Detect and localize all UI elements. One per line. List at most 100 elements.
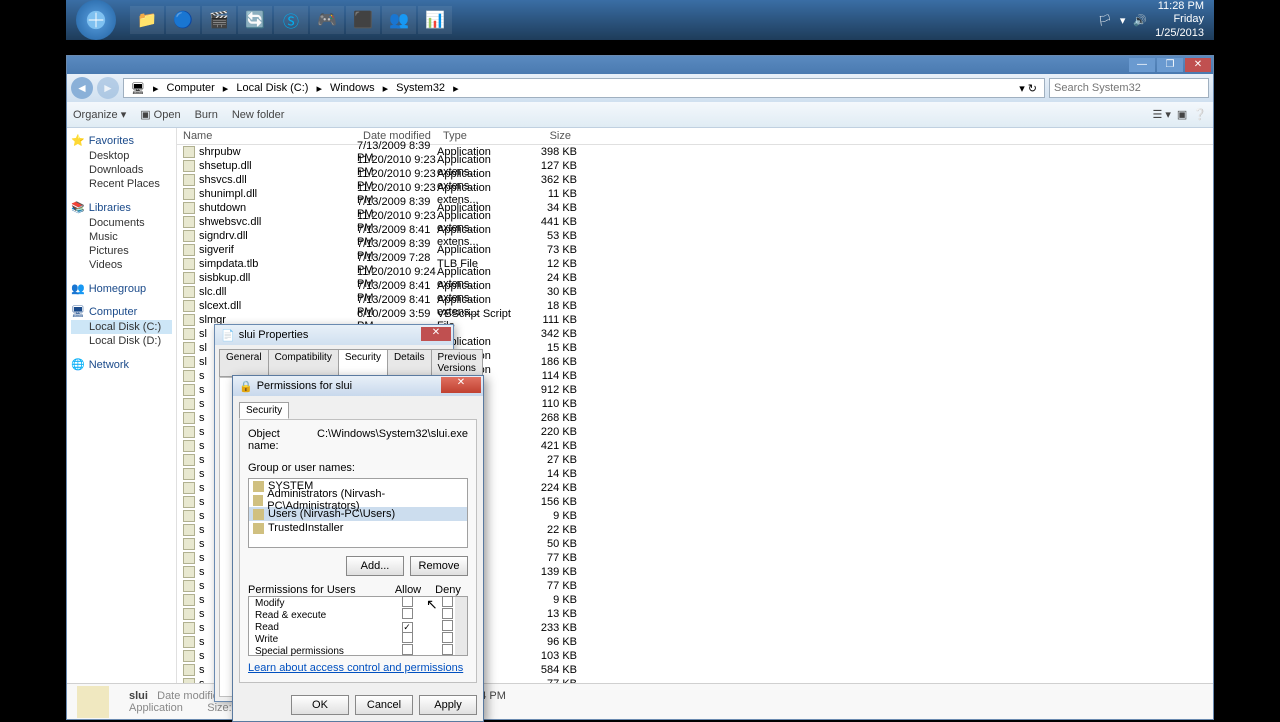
- tray-flag-icon[interactable]: 🏳: [1098, 14, 1112, 27]
- favorites-group[interactable]: ⭐Favorites: [71, 134, 172, 147]
- nav-desktop[interactable]: Desktop: [71, 149, 172, 163]
- deny-checkbox[interactable]: [442, 596, 453, 607]
- forward-button[interactable]: ►: [97, 77, 119, 99]
- col-type[interactable]: Type: [437, 128, 517, 144]
- file-row[interactable]: shsvcs.dll11/20/2010 9:23 PMApplication …: [177, 173, 1213, 187]
- file-icon: [183, 538, 195, 550]
- file-row[interactable]: shrpubw7/13/2009 8:39 PMApplication398 K…: [177, 145, 1213, 159]
- explorer-taskbar-icon[interactable]: 📁: [130, 6, 164, 34]
- nav-music[interactable]: Music: [71, 230, 172, 244]
- file-icon: [183, 244, 195, 256]
- newfolder-button[interactable]: New folder: [232, 109, 285, 121]
- nav-drive-c[interactable]: Local Disk (C:): [71, 320, 172, 334]
- skype-taskbar-icon[interactable]: Ⓢ: [274, 6, 308, 34]
- file-icon: [183, 398, 195, 410]
- tab-details[interactable]: Details: [387, 349, 432, 377]
- libraries-group[interactable]: 📚Libraries: [71, 201, 172, 214]
- nav-videos[interactable]: Videos: [71, 258, 172, 272]
- properties-close-button[interactable]: ✕: [421, 327, 451, 341]
- file-icon: [183, 426, 195, 438]
- file-row[interactable]: sigverif7/13/2009 8:39 PMApplication73 K…: [177, 243, 1213, 257]
- add-button[interactable]: Add...: [346, 556, 404, 576]
- learn-link[interactable]: Learn about access control and permissio…: [248, 662, 463, 674]
- nav-pictures[interactable]: Pictures: [71, 244, 172, 258]
- allow-checkbox[interactable]: [402, 596, 413, 607]
- cancel-button[interactable]: Cancel: [355, 695, 413, 715]
- app3-taskbar-icon[interactable]: 👥: [382, 6, 416, 34]
- file-row[interactable]: sisbkup.dll11/20/2010 9:24 PMApplication…: [177, 271, 1213, 285]
- groups-listbox[interactable]: SYSTEM Administrators (Nirvash-PC\Admini…: [248, 478, 468, 548]
- fraps-taskbar-icon[interactable]: 🎬: [202, 6, 236, 34]
- view-menu-icon[interactable]: ☰ ▾: [1152, 108, 1170, 121]
- tray-clock[interactable]: 11:28 PM Friday 1/25/2013: [1155, 0, 1204, 40]
- ok-button[interactable]: OK: [291, 695, 349, 715]
- app4-taskbar-icon[interactable]: 📊: [418, 6, 452, 34]
- maximize-button[interactable]: ❐: [1157, 58, 1183, 72]
- tray-volume-icon[interactable]: 🔊: [1133, 14, 1147, 27]
- group-administrators[interactable]: Administrators (Nirvash-PC\Administrator…: [249, 493, 467, 507]
- back-button[interactable]: ◄: [71, 77, 93, 99]
- deny-checkbox[interactable]: [442, 608, 453, 619]
- allow-header: Allow: [388, 584, 428, 596]
- apply-button[interactable]: Apply: [419, 695, 477, 715]
- computer-group[interactable]: 🖥Computer: [71, 305, 172, 318]
- network-group[interactable]: 🌐Network: [71, 358, 172, 371]
- file-row[interactable]: shunimpl.dll11/20/2010 9:23 PMApplicatio…: [177, 187, 1213, 201]
- tab-security[interactable]: Security: [338, 349, 388, 377]
- app2-taskbar-icon[interactable]: 🎮: [310, 6, 344, 34]
- chrome-taskbar-icon[interactable]: 🔵: [166, 6, 200, 34]
- properties-titlebar[interactable]: 📄 slui Properties ✕: [215, 325, 453, 345]
- file-row[interactable]: shwebsvc.dll11/20/2010 9:23 PMApplicatio…: [177, 215, 1213, 229]
- tab-general[interactable]: General: [219, 349, 269, 377]
- file-row[interactable]: signdrv.dll7/13/2009 8:41 PMApplication …: [177, 229, 1213, 243]
- col-size[interactable]: Size: [517, 128, 577, 144]
- group-trustedinstaller[interactable]: TrustedInstaller: [249, 521, 467, 535]
- permissions-tab-security[interactable]: Security: [239, 402, 289, 419]
- allow-checkbox[interactable]: [402, 608, 413, 619]
- tab-previous-versions[interactable]: Previous Versions: [431, 349, 484, 377]
- file-row[interactable]: shsetup.dll11/20/2010 9:23 PMApplication…: [177, 159, 1213, 173]
- file-icon: [183, 412, 195, 424]
- file-row[interactable]: slc.dll7/13/2009 8:41 PMApplication exte…: [177, 285, 1213, 299]
- file-icon: [183, 664, 195, 676]
- nav-drive-d[interactable]: Local Disk (D:): [71, 334, 172, 348]
- explorer-toolbar: Organize ▾ ▣ Open Burn New folder ☰ ▾ ▣ …: [67, 102, 1213, 128]
- deny-checkbox[interactable]: [442, 644, 453, 655]
- allow-checkbox[interactable]: [402, 644, 413, 655]
- minimize-button[interactable]: —: [1129, 58, 1155, 72]
- deny-checkbox[interactable]: [442, 632, 453, 643]
- homegroup[interactable]: 👥Homegroup: [71, 282, 172, 295]
- nav-recent[interactable]: Recent Places: [71, 177, 172, 191]
- nav-documents[interactable]: Documents: [71, 216, 172, 230]
- file-row[interactable]: simpdata.tlb7/13/2009 7:28 PMTLB File12 …: [177, 257, 1213, 271]
- remove-button[interactable]: Remove: [410, 556, 468, 576]
- file-row[interactable]: shutdown7/13/2009 8:39 PMApplication34 K…: [177, 201, 1213, 215]
- deny-checkbox[interactable]: [442, 620, 453, 631]
- help-icon[interactable]: ❔: [1193, 108, 1207, 121]
- file-row[interactable]: slcext.dll7/13/2009 8:41 PMApplication e…: [177, 299, 1213, 313]
- allow-checkbox[interactable]: [402, 632, 413, 643]
- preview-pane-icon[interactable]: ▣: [1177, 108, 1187, 121]
- permissions-titlebar[interactable]: 🔒 Permissions for slui ✕: [233, 376, 483, 396]
- breadcrumb[interactable]: 🖥 ▸Computer ▸Local Disk (C:) ▸Windows ▸S…: [123, 78, 1045, 98]
- allow-checkbox[interactable]: ✓: [402, 622, 413, 633]
- user-icon: [253, 495, 263, 506]
- open-button[interactable]: ▣ Open: [140, 108, 180, 121]
- close-button[interactable]: ✕: [1185, 58, 1211, 72]
- permissions-close-button[interactable]: ✕: [441, 377, 481, 393]
- col-name[interactable]: Name: [177, 128, 357, 144]
- user-icon: [253, 523, 264, 534]
- nav-downloads[interactable]: Downloads: [71, 163, 172, 177]
- windows-logo-icon: [85, 9, 107, 31]
- selected-file-icon: [77, 686, 109, 718]
- file-icon: [183, 300, 195, 312]
- tab-compatibility[interactable]: Compatibility: [268, 349, 339, 377]
- organize-menu[interactable]: Organize ▾: [73, 108, 126, 121]
- tray-chevron-icon[interactable]: ▾: [1120, 14, 1126, 27]
- burn-button[interactable]: Burn: [195, 109, 218, 121]
- start-button[interactable]: [76, 0, 116, 40]
- search-input[interactable]: [1049, 78, 1209, 98]
- app-taskbar-icon[interactable]: 🔄: [238, 6, 272, 34]
- permissions-scrollbar[interactable]: [455, 597, 467, 655]
- steam-taskbar-icon[interactable]: ⬛: [346, 6, 380, 34]
